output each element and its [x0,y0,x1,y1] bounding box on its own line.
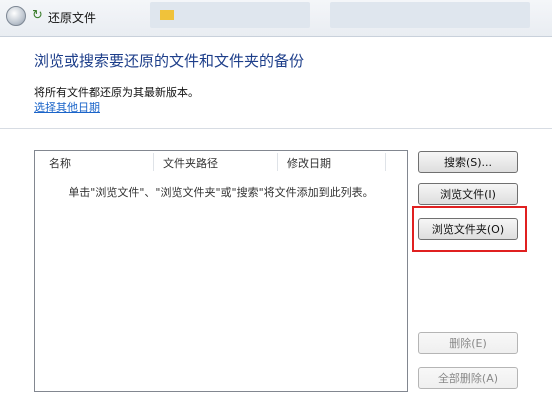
column-header-folder-path[interactable]: 文件夹路径 [163,155,218,171]
choose-other-date-link[interactable]: 选择其他日期 [34,99,100,115]
column-divider[interactable] [277,153,278,171]
browse-files-button[interactable]: 浏览文件(I) [418,183,518,205]
background-window-strip [150,2,310,28]
column-header-modified-date[interactable]: 修改日期 [287,155,331,171]
restore-icon: ↻ [32,8,43,23]
delete-button[interactable]: 删除(E) [418,332,518,354]
window-title: 还原文件 [48,11,97,25]
backup-file-list[interactable]: 名称 文件夹路径 修改日期 单击"浏览文件"、"浏览文件夹"或"搜索"将文件添加… [34,150,408,392]
back-button[interactable] [6,6,26,26]
delete-all-button[interactable]: 全部删除(A) [418,367,518,389]
column-divider[interactable] [153,153,154,171]
folder-icon [160,10,174,20]
empty-list-message: 单击"浏览文件"、"浏览文件夹"或"搜索"将文件添加到此列表。 [68,186,374,199]
background-window-strip [330,2,530,28]
restore-description: 将所有文件都还原为其最新版本。 [34,86,199,99]
highlight-box [412,206,527,252]
section-divider [0,128,552,129]
column-header-name[interactable]: 名称 [49,155,71,171]
column-divider[interactable] [385,153,386,171]
title-bar: ↻ 还原文件 [0,0,552,36]
search-button[interactable]: 搜索(S)... [418,151,518,173]
title-divider [0,36,552,37]
page-heading: 浏览或搜索要还原的文件和文件夹的备份 [34,52,305,70]
